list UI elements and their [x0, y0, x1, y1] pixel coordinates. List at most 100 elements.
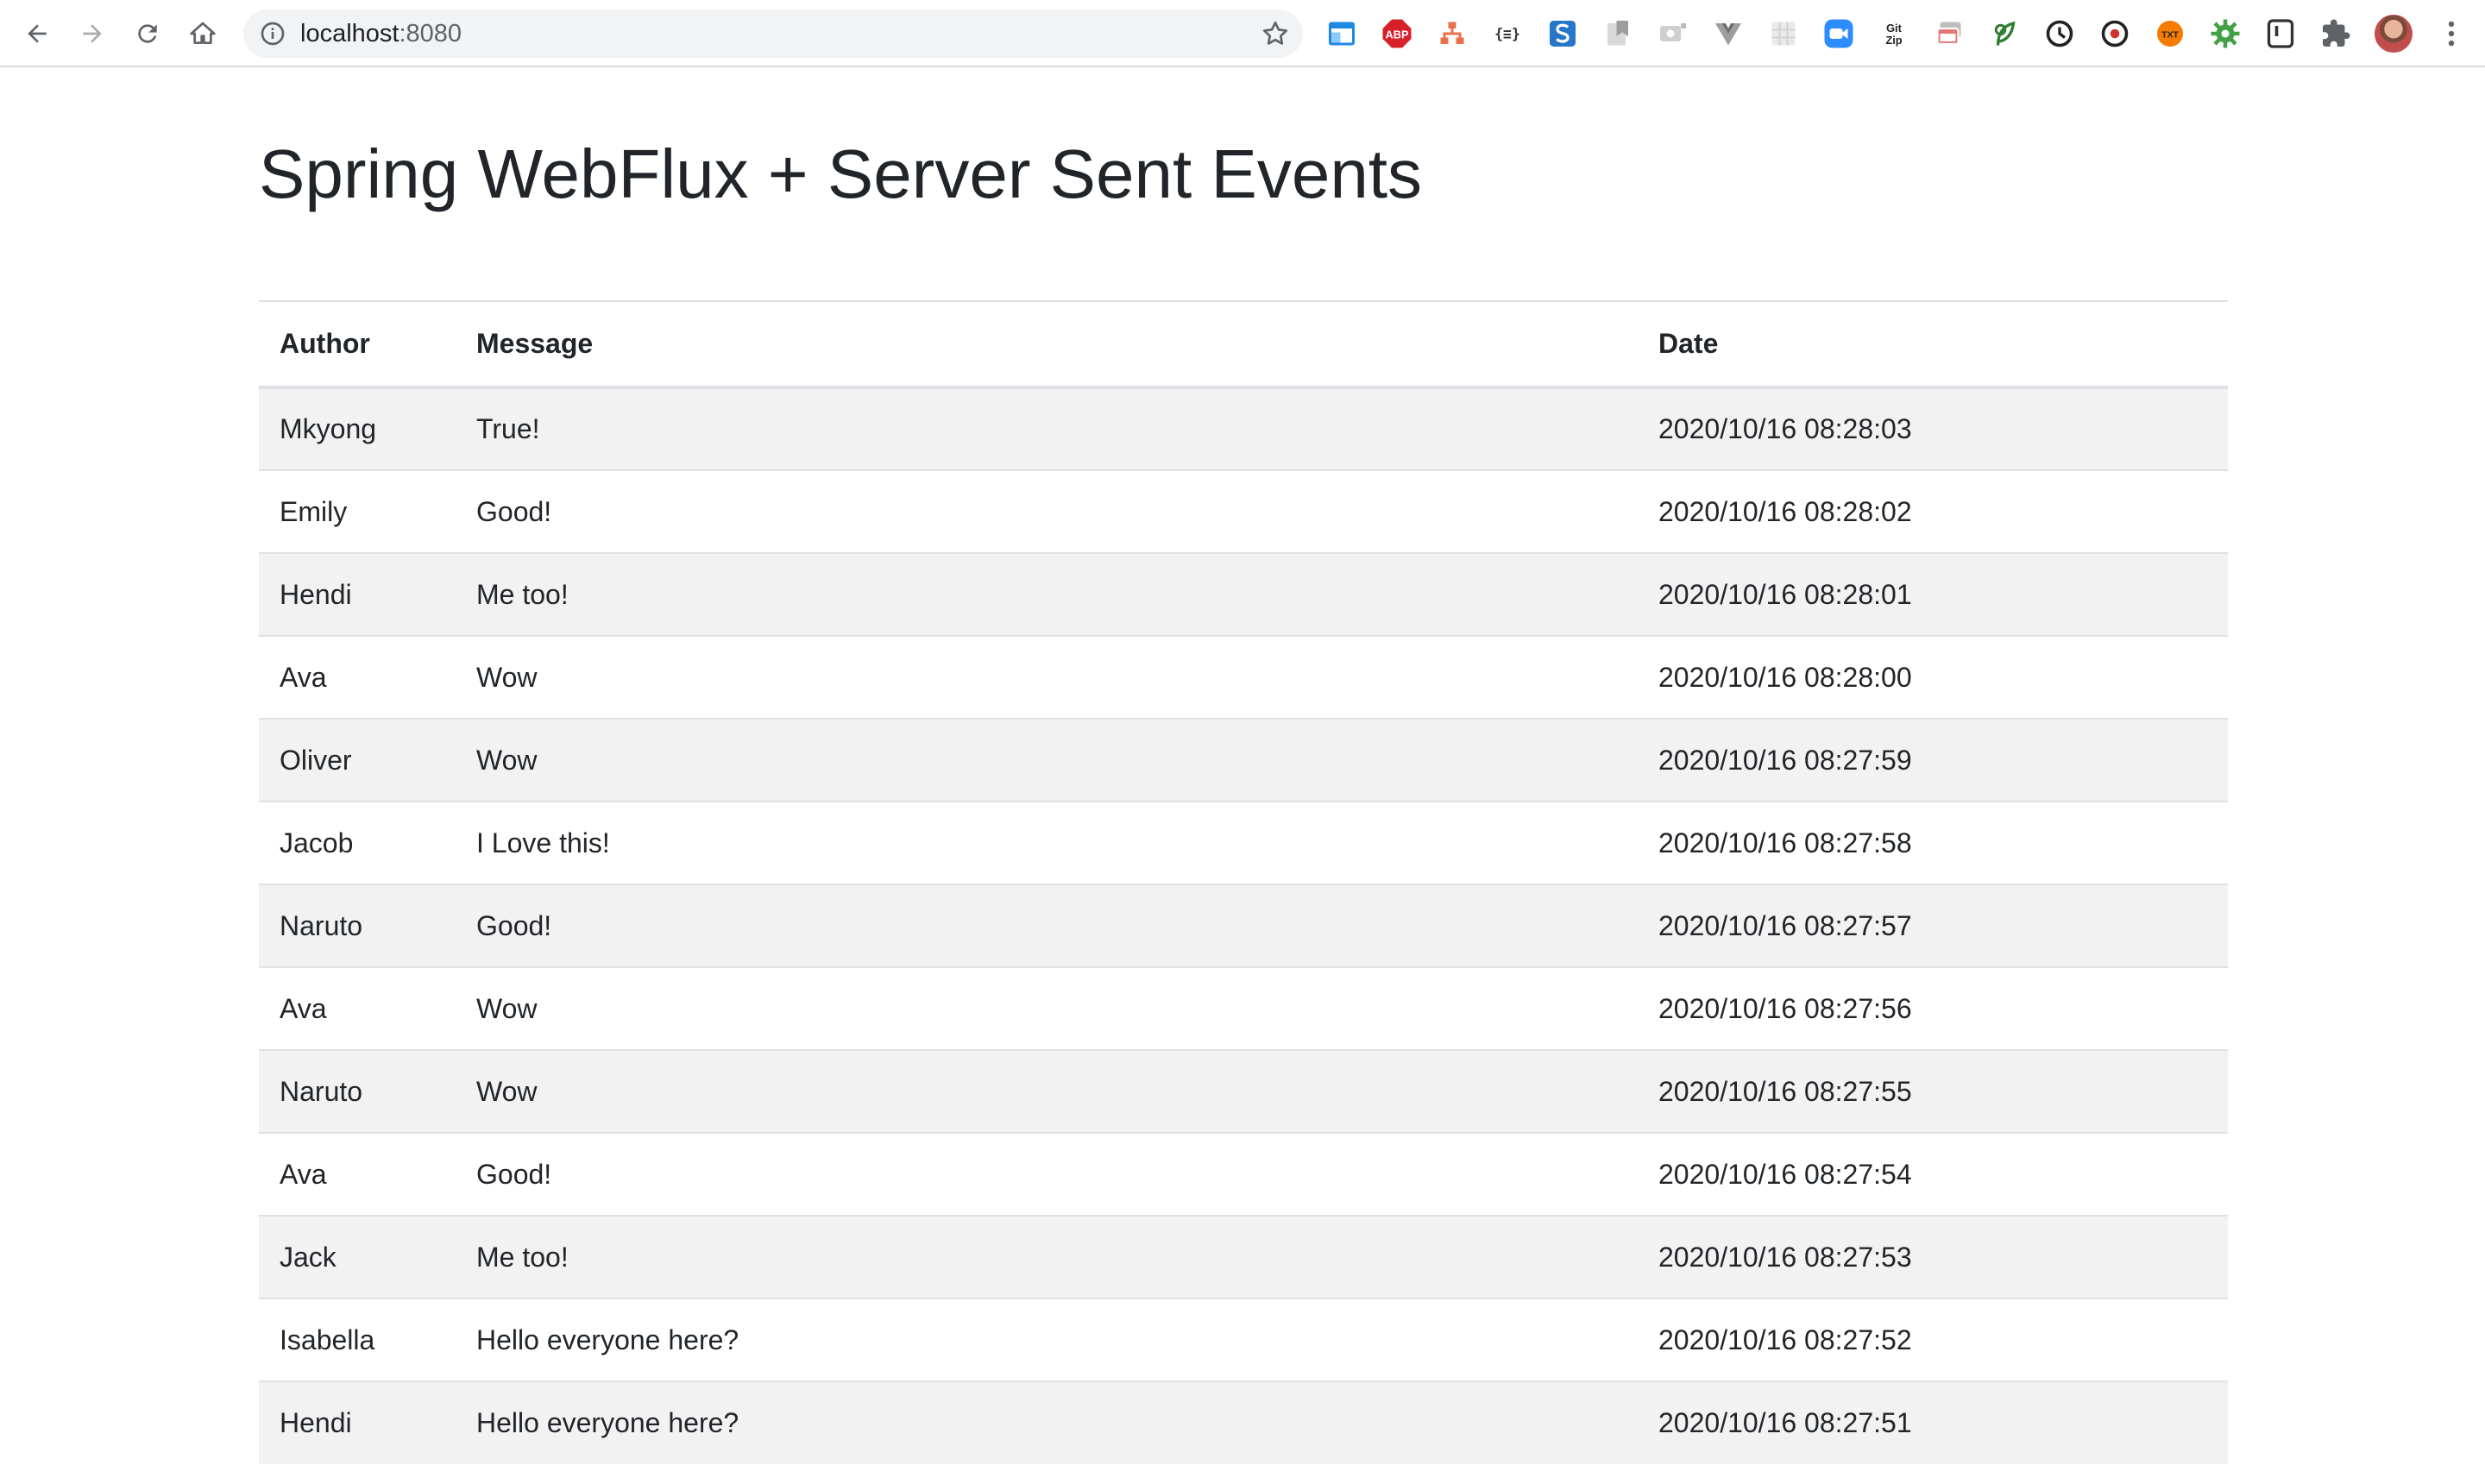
url-text[interactable]: localhost:8080 [300, 9, 462, 58]
date-cell: 2020/10/16 08:28:02 [1638, 469, 2228, 553]
json-formatter-icon[interactable]: {≡} [1491, 17, 1524, 50]
window-icon[interactable] [1325, 17, 1358, 50]
message-cell: Good! [456, 469, 1638, 553]
bookmark-star-icon[interactable] [1260, 18, 1291, 49]
table-row: Jacob I Love this! 2020/10/16 08:27:58 [259, 801, 2228, 884]
more-menu-icon[interactable] [2435, 17, 2468, 50]
message-column-header: Message [456, 300, 1638, 389]
date-cell: 2020/10/16 08:28:03 [1638, 387, 2228, 470]
author-cell: Jack [259, 1215, 456, 1298]
events-table: Author Message Date Mkyong True! 2020/10… [259, 300, 2228, 1464]
date-cell: 2020/10/16 08:27:54 [1638, 1132, 2228, 1216]
table-row: Ava Good! 2020/10/16 08:27:54 [259, 1132, 2228, 1216]
screen-capture-icon[interactable] [1657, 17, 1689, 50]
table-row: Hendi Hello everyone here? 2020/10/16 08… [259, 1380, 2228, 1464]
message-cell: Me too! [456, 1215, 1638, 1298]
network-icon[interactable] [1436, 17, 1469, 50]
text-extension-icon[interactable]: TXT [2154, 17, 2186, 50]
message-cell: Good! [456, 883, 1638, 967]
refresh-extension-icon[interactable] [2098, 17, 2131, 50]
home-button[interactable] [181, 12, 224, 55]
message-cell: Wow [456, 718, 1638, 802]
reload-button[interactable] [126, 12, 169, 55]
adblock-plus-icon[interactable]: ABP [1381, 17, 1413, 50]
table-row: Ava Wow 2020/10/16 08:27:56 [259, 966, 2228, 1050]
author-cell: Hendi [259, 1380, 456, 1464]
date-column-header: Date [1638, 300, 2228, 389]
info-icon[interactable] [259, 20, 286, 47]
address-bar[interactable]: localhost:8080 [243, 9, 1303, 58]
forward-arrow-icon [83, 24, 102, 43]
date-cell: 2020/10/16 08:27:57 [1638, 883, 2228, 967]
table-row: Hendi Me too! 2020/10/16 08:28:01 [259, 552, 2228, 636]
author-column-header: Author [259, 300, 456, 389]
table-row: Mkyong True! 2020/10/16 08:28:03 [259, 387, 2228, 470]
profile-avatar[interactable] [2375, 15, 2413, 53]
date-cell: 2020/10/16 08:27:52 [1638, 1298, 2228, 1381]
message-cell: Hello everyone here? [456, 1298, 1638, 1381]
table-row: Isabella Hello everyone here? 2020/10/16… [259, 1298, 2228, 1381]
gitzip-icon[interactable]: Git Zip [1878, 17, 1910, 50]
message-cell: Wow [456, 635, 1638, 719]
author-cell: Emily [259, 469, 456, 553]
table-row: Naruto Wow 2020/10/16 08:27:55 [259, 1049, 2228, 1133]
date-cell: 2020/10/16 08:28:00 [1638, 635, 2228, 719]
back-button[interactable] [16, 12, 59, 55]
events-table-body: Mkyong True! 2020/10/16 08:28:03 Emily G… [259, 387, 2228, 1464]
message-cell: I Love this! [456, 801, 1638, 884]
svg-text:ABP: ABP [1386, 28, 1409, 41]
s-extension-icon[interactable] [1546, 17, 1579, 50]
page-title: Spring WebFlux + Server Sent Events [259, 135, 1423, 212]
tab-manager-icon[interactable] [1933, 17, 1966, 50]
clock-extension-icon[interactable] [2043, 17, 2076, 50]
author-cell: Jacob [259, 801, 456, 884]
author-cell: Ava [259, 635, 456, 719]
url-host: localhost [300, 20, 399, 47]
author-cell: Isabella [259, 1298, 456, 1381]
table-row: Oliver Wow 2020/10/16 08:27:59 [259, 718, 2228, 802]
date-cell: 2020/10/16 08:27:51 [1638, 1380, 2228, 1464]
forward-button[interactable] [71, 12, 114, 55]
message-cell: Good! [456, 1132, 1638, 1216]
gear-extension-icon[interactable] [2209, 17, 2242, 50]
author-cell: Naruto [259, 883, 456, 967]
u-extension-icon[interactable] [2264, 17, 2297, 50]
zoom-icon[interactable] [1822, 17, 1855, 50]
date-cell: 2020/10/16 08:27:58 [1638, 801, 2228, 884]
message-cell: True! [456, 387, 1638, 470]
svg-text:Git: Git [1886, 22, 1902, 35]
message-cell: Wow [456, 966, 1638, 1050]
table-row: Naruto Good! 2020/10/16 08:27:57 [259, 883, 2228, 967]
author-cell: Oliver [259, 718, 456, 802]
date-cell: 2020/10/16 08:28:01 [1638, 552, 2228, 636]
table-row: Ava Wow 2020/10/16 08:28:00 [259, 635, 2228, 719]
browser-toolbar: localhost:8080 ABP {≡} Git Zip TXT [0, 0, 2485, 67]
vue-devtools-icon[interactable] [1712, 17, 1745, 50]
home-icon [190, 22, 216, 44]
message-cell: Wow [456, 1049, 1638, 1133]
author-cell: Mkyong [259, 387, 456, 470]
date-cell: 2020/10/16 08:27:59 [1638, 718, 2228, 802]
message-cell: Me too! [456, 552, 1638, 636]
table-header-row: Author Message Date [259, 300, 2228, 389]
url-port: :8080 [399, 20, 462, 47]
leaf-extension-icon[interactable] [1988, 17, 2021, 50]
back-arrow-icon [28, 24, 47, 43]
table-row: Jack Me too! 2020/10/16 08:27:53 [259, 1215, 2228, 1298]
reload-icon [138, 24, 157, 43]
grid-extension-icon[interactable] [1767, 17, 1800, 50]
date-cell: 2020/10/16 08:27:55 [1638, 1049, 2228, 1133]
extensions-puzzle-icon[interactable] [2319, 17, 2352, 50]
svg-text:TXT: TXT [2161, 30, 2179, 41]
author-cell: Naruto [259, 1049, 456, 1133]
svg-text:{≡}: {≡} [1494, 26, 1520, 42]
author-cell: Ava [259, 966, 456, 1050]
message-cell: Hello everyone here? [456, 1380, 1638, 1464]
author-cell: Ava [259, 1132, 456, 1216]
date-cell: 2020/10/16 08:27:53 [1638, 1215, 2228, 1298]
author-cell: Hendi [259, 552, 456, 636]
table-row: Emily Good! 2020/10/16 08:28:02 [259, 469, 2228, 553]
date-cell: 2020/10/16 08:27:56 [1638, 966, 2228, 1050]
svg-text:Zip: Zip [1885, 34, 1902, 47]
bookmark-extension-icon[interactable] [1601, 17, 1634, 50]
